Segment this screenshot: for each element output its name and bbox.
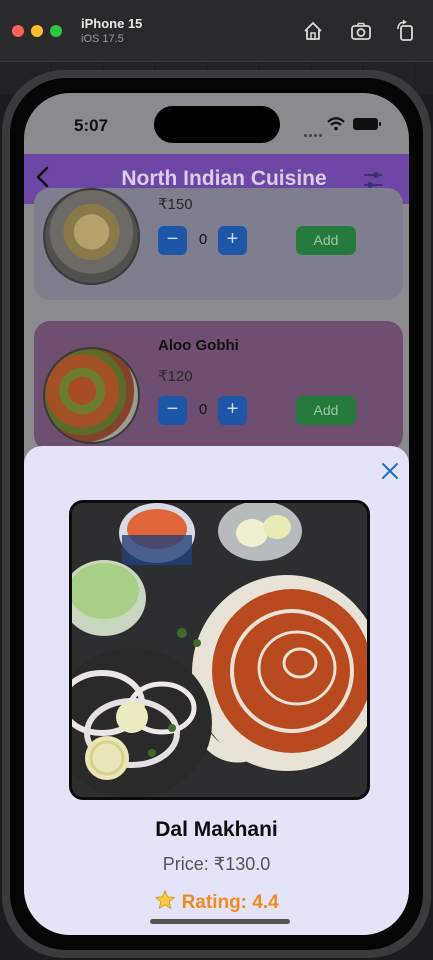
- increment-button[interactable]: +: [218, 396, 247, 425]
- close-window-button[interactable]: [12, 25, 24, 37]
- os-version: iOS 17.5: [81, 33, 124, 45]
- dish-thumbnail: [43, 347, 140, 444]
- add-button[interactable]: Add: [296, 226, 356, 255]
- decrement-button[interactable]: −: [158, 396, 187, 425]
- quantity-value: 0: [198, 401, 208, 418]
- add-button[interactable]: Add: [296, 396, 356, 425]
- decrement-button[interactable]: −: [158, 226, 187, 255]
- device-name: iPhone 15: [81, 16, 143, 31]
- dish-thumbnail: [43, 188, 140, 285]
- minimize-window-button[interactable]: [31, 25, 43, 37]
- dish-price: Price: ₹130.0: [162, 854, 271, 874]
- wifi-icon: [327, 117, 345, 131]
- dynamic-island: [154, 106, 280, 143]
- close-icon[interactable]: [380, 461, 400, 481]
- screenshot-icon[interactable]: [350, 20, 372, 42]
- increment-button[interactable]: +: [218, 226, 247, 255]
- dish-title: Dal Makhani: [155, 818, 278, 841]
- star-icon: [155, 889, 176, 910]
- dish-detail-sheet: Dal Makhani Price: ₹130.0 Rating: 4.4: [24, 446, 409, 935]
- menu-card: Aloo Gobhi ₹120 − 0 + Add: [34, 321, 403, 451]
- item-name: Aloo Gobhi: [158, 337, 239, 354]
- rating-row: Rating: 4.4: [24, 889, 409, 914]
- menu-card: ₹150 − 0 + Add: [34, 188, 403, 300]
- status-time: 5:07: [74, 116, 109, 135]
- home-indicator[interactable]: [150, 919, 290, 924]
- dish-image: [69, 500, 370, 800]
- item-price: ₹120: [158, 368, 193, 385]
- phone-frame: 5:07 North Indian Cuisine ₹150 − 0 + Add…: [2, 70, 431, 958]
- phone-bezel: 5:07 North Indian Cuisine ₹150 − 0 + Add…: [10, 78, 423, 950]
- battery-icon: [353, 118, 381, 130]
- item-price: ₹150: [158, 196, 193, 213]
- rotate-icon[interactable]: [395, 20, 417, 42]
- phone-screen: 5:07 North Indian Cuisine ₹150 − 0 + Add…: [24, 93, 409, 935]
- rating-text: Rating: 4.4: [181, 892, 279, 913]
- dal-makhani-illustration: [72, 503, 367, 797]
- simulator-titlebar: iPhone 15 iOS 17.5: [0, 0, 433, 62]
- quantity-value: 0: [198, 231, 208, 248]
- signal-icon: [304, 124, 326, 137]
- home-icon[interactable]: [302, 20, 324, 42]
- zoom-window-button[interactable]: [50, 25, 62, 37]
